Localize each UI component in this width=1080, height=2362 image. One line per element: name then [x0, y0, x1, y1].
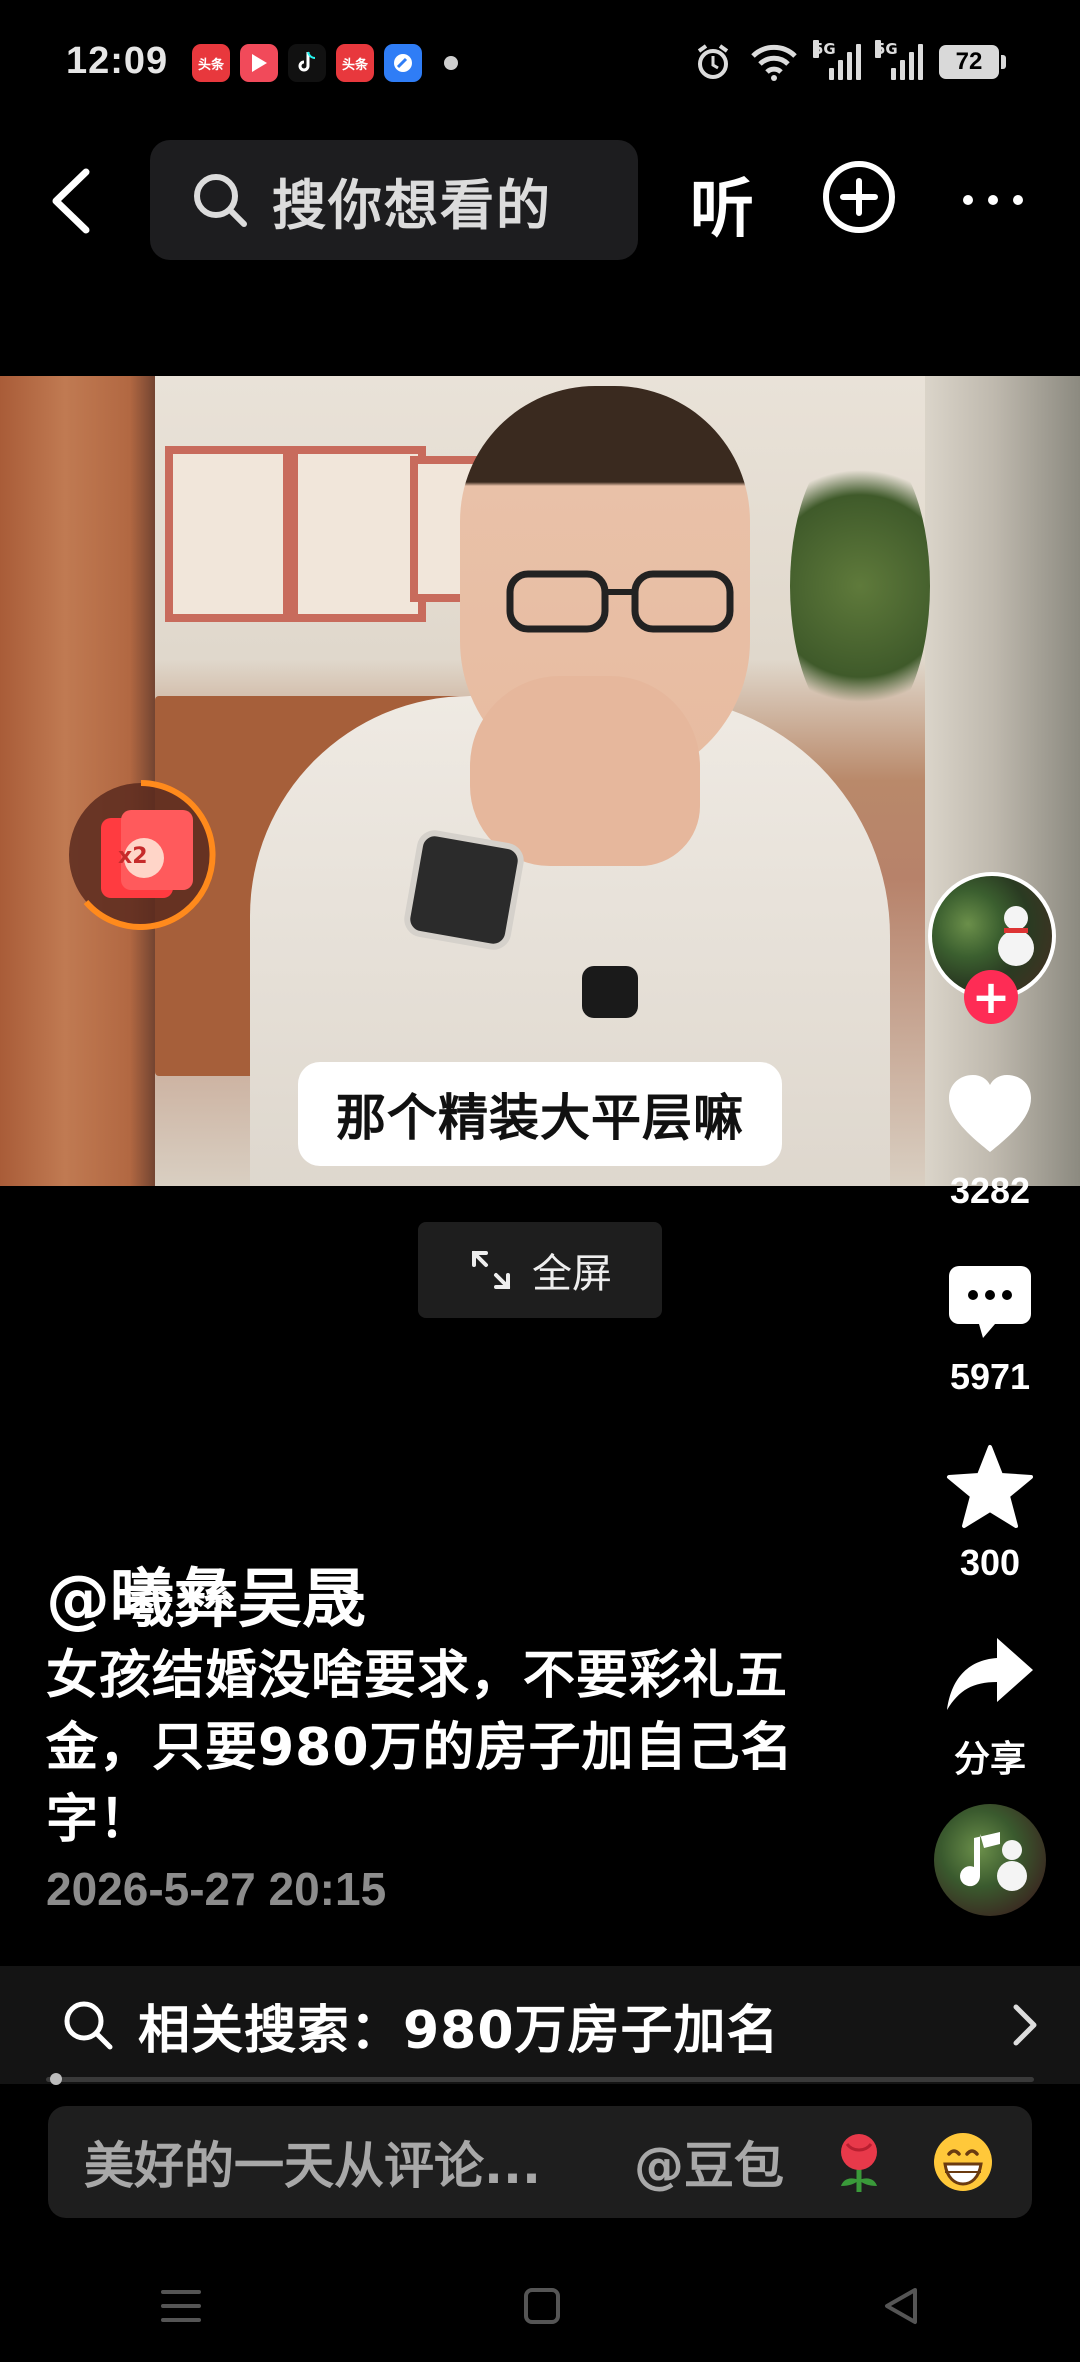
music-disc[interactable] [934, 1804, 1046, 1916]
plus-circle-icon [823, 161, 895, 233]
expand-icon [472, 1251, 510, 1289]
author-name[interactable]: @曦彝吴晟 [46, 1548, 366, 1640]
toutiao-icon-2: 头条 [336, 44, 374, 82]
more-notifications-dot [444, 56, 458, 70]
video-person-hand [470, 676, 700, 866]
grin-emoji-button[interactable] [928, 2127, 998, 2197]
like-count: 3282 [949, 1170, 1031, 1211]
favorite-button[interactable] [940, 1444, 1040, 1534]
home-square-icon[interactable] [522, 2286, 562, 2326]
menu-icon[interactable] [159, 2286, 203, 2326]
back-button[interactable] [40, 156, 110, 246]
share-label: 分享 [953, 1738, 1026, 1779]
signal-strength-icon: 5G [813, 40, 861, 80]
battery-indicator: 72 [939, 45, 999, 79]
search-input[interactable]: 搜你想看的 [150, 140, 638, 260]
grin-emoji-icon [934, 2133, 992, 2191]
share-arrow-icon [947, 1638, 1033, 1710]
music-note-icon [960, 1832, 1027, 1891]
video-person-mic [582, 966, 638, 1018]
chevron-left-icon [52, 168, 90, 234]
create-button[interactable] [822, 160, 896, 234]
ellipsis-icon [963, 195, 1023, 205]
fullscreen-label: 全屏 [532, 1251, 612, 1297]
tiktok-icon [288, 44, 326, 82]
comment-placeholder: 美好的一天从评论... [84, 2137, 541, 2195]
comment-button[interactable] [940, 1262, 1040, 1352]
rose-icon [841, 2134, 877, 2192]
follow-button[interactable]: + [964, 970, 1018, 1024]
search-icon [194, 174, 247, 227]
video-person-glasses [506, 570, 734, 633]
toutiao-icon: 头条 [192, 44, 230, 82]
red-packet-reward[interactable]: x2 [66, 780, 216, 930]
video-caption: 那个精装大平层嘛 [298, 1062, 782, 1166]
status-indicators: 5G 5G 72 [693, 40, 1006, 82]
battery-tip [1001, 55, 1006, 69]
red-packet-badge: x2 [118, 844, 148, 869]
chevron-right-icon [1013, 2004, 1037, 2046]
more-options-button[interactable] [958, 170, 1028, 230]
post-date: 2026-5-27 20:15 [46, 1863, 387, 1915]
comment-count: 5971 [949, 1356, 1031, 1397]
related-search-label: 相关搜索：980万房子加名 [138, 2000, 780, 2061]
signal-strength-icon-2: 5G [875, 40, 923, 80]
comment-icon [949, 1266, 1031, 1338]
system-navigation-bar [0, 2250, 1080, 2362]
search-placeholder: 搜你想看的 [272, 173, 552, 237]
video-frame-decor-2 [290, 446, 426, 622]
video-person-watch [401, 827, 527, 953]
video-progress-track[interactable] [46, 2077, 1034, 2082]
mention-doubao[interactable]: @豆包 [634, 2126, 784, 2198]
comment-input[interactable]: 美好的一天从评论... @豆包 [48, 2106, 1032, 2218]
post-description: 女孩结婚没啥要求，不要彩礼五金，只要980万的房子加自己名字！ [46, 1646, 794, 1850]
browser-icon [384, 44, 422, 82]
wifi-icon [751, 44, 797, 81]
status-time: 12:09 [66, 40, 169, 82]
search-icon [64, 2001, 113, 2050]
like-button[interactable] [940, 1072, 1040, 1162]
flower-emoji-button[interactable] [824, 2127, 894, 2197]
snowman-decor [998, 906, 1034, 966]
listen-button[interactable]: 听 [690, 158, 754, 250]
video-frame-decor [165, 446, 291, 622]
favorite-count: 300 [959, 1542, 1021, 1583]
notification-app-icons: 头条 头条 [192, 44, 458, 82]
star-icon [947, 1445, 1033, 1528]
alarm-icon [697, 44, 729, 79]
fullscreen-button[interactable]: 全屏 [418, 1222, 662, 1318]
related-search-bar[interactable]: 相关搜索：980万房子加名 [0, 1966, 1080, 2084]
video-plant [790, 436, 930, 736]
video-progress-handle[interactable] [49, 2073, 62, 2085]
heart-icon [949, 1075, 1031, 1152]
share-button[interactable] [940, 1634, 1040, 1724]
back-triangle-icon[interactable] [881, 2286, 921, 2326]
video-player-icon [240, 44, 278, 82]
